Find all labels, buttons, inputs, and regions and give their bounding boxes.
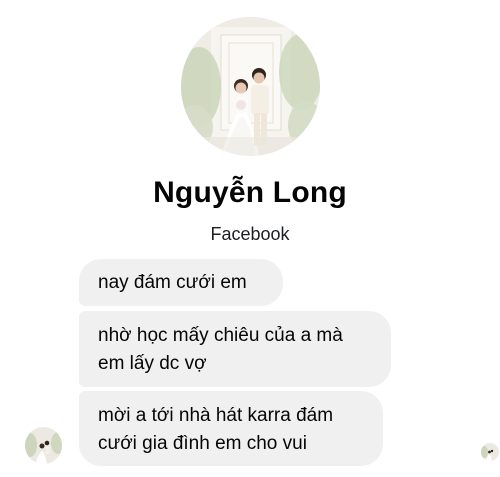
message-bubble[interactable]: mời a tới nhà hát karra đám cưới gia đìn…	[79, 391, 383, 466]
message-text: nay đám cưới em	[98, 272, 247, 293]
sender-avatar[interactable]	[25, 427, 62, 464]
profile-name: Nguyễn Long	[153, 176, 347, 209]
wedding-photo-icon	[181, 17, 320, 156]
message-text: mời a tới nhà hát karra đám	[98, 405, 334, 426]
message-text: nhờ học mấy chiêu của a mà	[98, 325, 343, 346]
message-bubble[interactable]: nay đám cưới em	[79, 259, 283, 306]
avatar-icon	[25, 427, 62, 464]
message-text: em lấy dc vợ	[98, 353, 207, 374]
profile-photo[interactable]	[181, 17, 320, 156]
message-bubble[interactable]: nhờ học mấy chiêu của a mà em lấy dc vợ	[79, 311, 391, 387]
avatar-icon	[481, 443, 499, 461]
message-text: cưới gia đình em cho vui	[98, 433, 307, 454]
read-receipt-avatar	[481, 443, 499, 461]
profile-subtitle: Facebook	[210, 224, 290, 244]
